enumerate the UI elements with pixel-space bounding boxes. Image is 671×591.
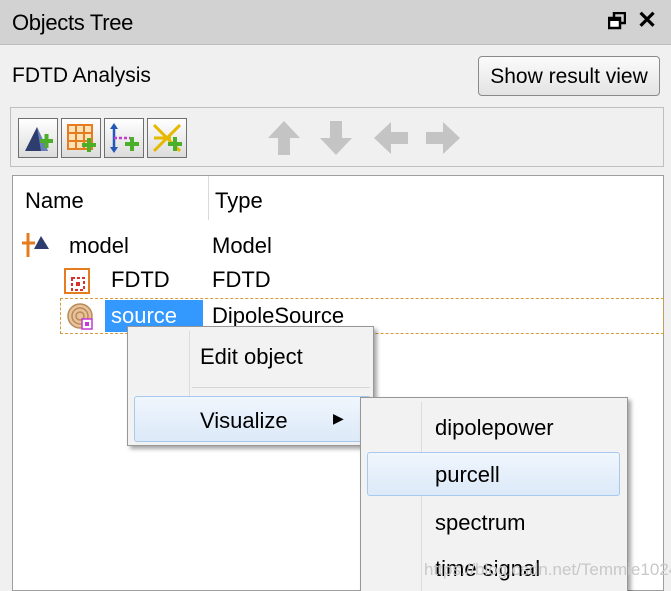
arrow-up-icon[interactable] xyxy=(264,118,304,158)
menu-item-visualize-label: Visualize xyxy=(200,408,288,433)
close-icon[interactable]: ✕ xyxy=(637,6,657,35)
tree-row-name: model xyxy=(69,233,129,258)
submenu-item-spectrum[interactable]: spectrum xyxy=(435,510,525,536)
add-cross-icon xyxy=(152,123,182,153)
menu-item-edit-object[interactable]: Edit object xyxy=(200,344,303,370)
arrow-left-icon[interactable] xyxy=(371,118,411,158)
menu-separator xyxy=(192,387,370,388)
add-cross-button[interactable] xyxy=(147,118,187,158)
add-model-button[interactable] xyxy=(18,118,58,158)
analysis-label: FDTD Analysis xyxy=(12,64,151,87)
fdtd-icon xyxy=(64,268,90,294)
column-header-name[interactable]: Name xyxy=(25,188,84,214)
arrow-down-icon[interactable] xyxy=(316,118,356,158)
tree-row-model[interactable]: model Model xyxy=(13,229,663,263)
add-axis-button[interactable] xyxy=(104,118,144,158)
float-window-icon[interactable] xyxy=(608,12,626,30)
add-axis-icon xyxy=(110,123,139,153)
tree-row-type: Model xyxy=(212,233,272,258)
add-triangle-icon xyxy=(25,127,53,151)
menu-gutter xyxy=(421,402,422,591)
tree-row-name: FDTD xyxy=(111,267,170,292)
tree-toolbar xyxy=(10,107,664,167)
submenu-item-dipolepower[interactable]: dipolepower xyxy=(435,415,554,441)
dipole-source-icon xyxy=(67,303,93,330)
tree-row-type: FDTD xyxy=(212,267,271,292)
watermark: https://blog.csdn.net/Temmie1024 xyxy=(424,560,671,579)
panel-titlebar: Objects Tree ✕ xyxy=(0,0,671,45)
model-icon xyxy=(22,233,49,257)
column-header-type[interactable]: Type xyxy=(215,188,263,214)
add-grid-icon xyxy=(67,124,96,152)
tree-row-fdtd[interactable]: FDTD FDTD xyxy=(13,263,663,297)
context-menu: Edit object Visualize ▶ xyxy=(127,326,374,446)
add-grid-button[interactable] xyxy=(61,118,101,158)
show-result-view-button[interactable]: Show result view xyxy=(478,56,660,96)
tree-header: Name Type xyxy=(13,176,663,220)
submenu-arrow-icon: ▶ xyxy=(333,410,344,426)
submenu-item-purcell-label: purcell xyxy=(435,462,500,487)
arrow-right-icon[interactable] xyxy=(423,118,463,158)
panel-title: Objects Tree xyxy=(12,10,134,35)
column-divider[interactable] xyxy=(208,176,209,220)
